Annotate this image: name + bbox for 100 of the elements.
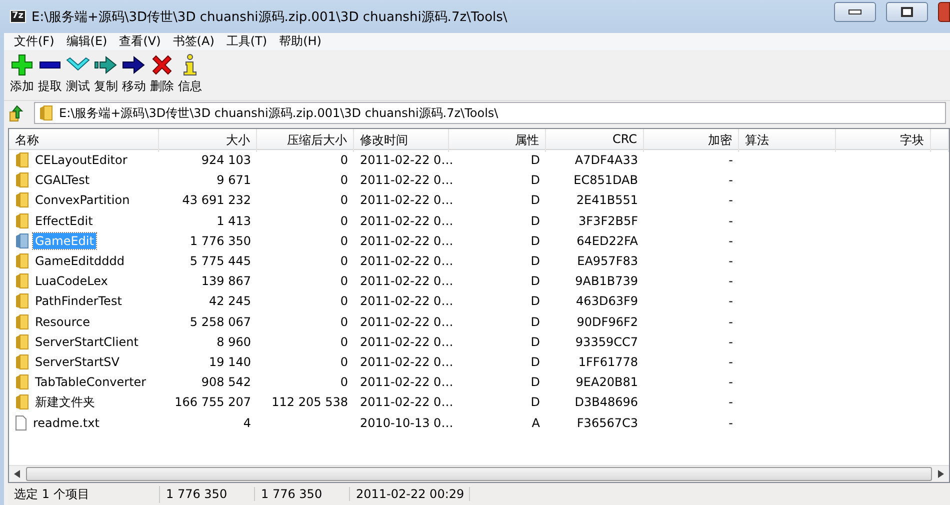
menu-item[interactable]: 文件(F) (10, 33, 62, 50)
file-name[interactable]: LuaCodeLex (33, 273, 110, 290)
table-cell-text: 908 542 (200, 375, 252, 390)
table-cell-text: - (728, 375, 734, 390)
menu-item[interactable]: 帮助(H) (275, 33, 330, 50)
up-folder-icon[interactable] (8, 104, 26, 122)
file-name[interactable]: EffectEdit (33, 212, 95, 229)
table-cell-text: 1 776 350 (188, 234, 252, 248)
table-cell-text: EA957F83 (576, 254, 639, 268)
table-cell-text: 0 (339, 214, 349, 228)
table-cell-text: 0 (339, 234, 349, 248)
close-button[interactable] (938, 2, 950, 22)
status-text: 1 776 350 (255, 487, 350, 501)
table-cell-text: D (530, 234, 541, 248)
app-icon: 7z (10, 10, 26, 23)
table-cell-text: 42 245 (208, 294, 252, 308)
menu-item[interactable]: 书签(A) (168, 33, 222, 50)
table-cell-text: 1FF61778 (577, 354, 639, 369)
file-name[interactable]: Resource (33, 314, 92, 330)
toolbar-button[interactable]: 复制 (94, 54, 118, 98)
table-cell-text: D3B48696 (574, 395, 639, 410)
table-cell-text: 463D63F9 (575, 294, 639, 308)
table-cell-text: 19 140 (208, 354, 252, 369)
file-name[interactable]: CGALTest (33, 172, 92, 188)
folder-icon (15, 293, 29, 310)
table-cell-text: A (530, 416, 541, 430)
table-cell-text: D (530, 193, 541, 208)
table-cell-text: D (530, 214, 541, 228)
table-cell-text: - (728, 354, 734, 369)
table-cell-text: - (728, 294, 734, 308)
file-name[interactable]: ServerStartSV (33, 354, 122, 370)
table-cell-text: 9AB1B739 (574, 274, 639, 288)
info-icon (182, 54, 198, 76)
table-cell-text: 0 (339, 294, 349, 308)
file-name[interactable]: TabTableConverter (33, 374, 148, 390)
column-header[interactable]: CRC (546, 129, 644, 152)
table-cell-text: D (530, 173, 541, 188)
column-header[interactable]: 属性 (449, 129, 546, 152)
file-name[interactable]: GameEditdddd (33, 253, 126, 270)
toolbar-button[interactable]: 信息 (178, 54, 202, 98)
right-arrow-icon[interactable] (938, 470, 944, 478)
table-cell-text: - (728, 314, 734, 329)
file-name[interactable]: CELayoutEditor (33, 152, 130, 168)
table-cell-text: D (530, 334, 541, 349)
horizontal-scrollbar[interactable] (9, 465, 949, 482)
column-header[interactable]: 加密 (644, 129, 739, 152)
address-field[interactable]: E:\服务端+源码\3D传世\3D chuanshi源码.zip.001\3D chuanshi源码.7z\Tools\ (34, 102, 946, 124)
column-header[interactable]: 大小 (159, 129, 257, 152)
column-header[interactable]: 压缩后大小 (257, 129, 354, 152)
folder-icon (15, 232, 29, 249)
file-name[interactable]: ConvexPartition (33, 192, 132, 208)
toolbar-button[interactable]: 移动 (122, 54, 146, 98)
status-text: 选定 1 个项目 (8, 486, 160, 502)
file-icon (15, 414, 27, 431)
toolbar-button[interactable]: 删除 (150, 54, 174, 98)
toolbar-button[interactable]: 提取 (38, 54, 62, 98)
toolbar-button[interactable]: 测试 (66, 54, 90, 98)
window-title: E:\服务端+源码\3D传世\3D chuanshi源码.zip.001\3D chuanshi源码.7z\Tools\ (32, 8, 508, 26)
file-name[interactable]: readme.txt (31, 414, 102, 431)
table-cell-text: - (728, 395, 734, 410)
table-cell-text: 0 (339, 314, 349, 329)
table-cell-text: 924 103 (200, 153, 252, 168)
table-cell-text: D (530, 395, 541, 410)
column-header[interactable]: 修改时间 (354, 129, 449, 152)
table-cell-text: 3F3F2B5F (578, 214, 639, 228)
table-cell-text: 0 (339, 334, 349, 349)
table-cell-text: 0 (339, 173, 349, 188)
toolbar-button[interactable]: 添加 (10, 54, 34, 98)
menu-item[interactable]: 编辑(E) (62, 33, 116, 50)
minimize-button[interactable] (834, 2, 876, 22)
file-name[interactable]: 新建文件夹 (33, 392, 97, 412)
menu-item[interactable]: 工具(T) (222, 33, 276, 50)
table-cell-text: 2E41B551 (575, 193, 639, 208)
menu-item[interactable]: 查看(V) (115, 33, 169, 50)
table-cell-text: 0 (339, 153, 349, 168)
file-name[interactable]: ServerStartClient (33, 334, 140, 350)
maximize-button[interactable] (886, 2, 928, 22)
table-cell-text: D (530, 375, 541, 390)
table-cell-text: 43 691 232 (181, 193, 252, 208)
column-header[interactable]: 算法 (739, 129, 836, 152)
table-cell-text: D (530, 354, 541, 369)
left-arrow-icon[interactable] (14, 470, 20, 478)
table-cell-text: 8 960 (216, 334, 252, 349)
table-cell-text: - (728, 173, 734, 188)
table-cell-text: 90DF96F2 (576, 314, 639, 329)
arrow-icon (94, 54, 118, 76)
file-name[interactable]: PathFinderTest (33, 293, 124, 310)
table-cell-text: - (728, 153, 734, 168)
folder-icon (15, 253, 29, 270)
table-cell-text: - (728, 193, 734, 208)
table-cell-text: EC851DAB (572, 173, 639, 188)
folder-icon (39, 105, 53, 121)
column-header[interactable]: 字块 (836, 129, 931, 152)
table-cell-text: 112 205 538 (270, 395, 349, 410)
table-cell-text: 93359CC7 (574, 334, 639, 349)
folder-icon (15, 374, 29, 390)
status-text: 2011-02-22 00:29 (350, 487, 470, 501)
folder-icon (15, 334, 29, 350)
table-cell-text: F36567C3 (576, 416, 639, 430)
table-cell-text: 0 (339, 193, 349, 208)
